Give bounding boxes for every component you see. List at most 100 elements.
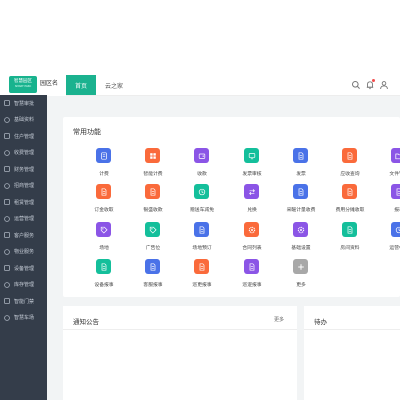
function-item[interactable]: 巡逻报事 [232,259,272,299]
notice-divider [63,329,297,330]
function-label: 设备报事 [94,283,114,288]
menu-icon [4,199,10,205]
function-item[interactable]: 基础设置 [281,222,321,262]
function-icon-tile [145,222,160,237]
function-item[interactable]: 兑换 [232,184,272,224]
tab-cloud[interactable]: 云之家 [100,75,128,95]
function-item[interactable]: 订金收取 [84,184,124,224]
sidebar-item[interactable]: 租赁管理 [0,195,47,209]
sidebar-item[interactable]: 客户服务 [0,228,47,242]
menu-icon [4,298,10,304]
document-icon [347,187,352,196]
function-label: 计费 [99,172,109,177]
brand-logo[interactable]: 智慧园区 SMART PARK [9,76,37,93]
sidebar-item[interactable]: 设备管理 [0,261,47,275]
sidebar-item-label: 基础资料 [14,117,35,123]
top-navigation: 首页 云之家 [66,75,400,96]
park-selector[interactable]: 园区名 [40,78,58,87]
function-label: 巡更报事 [192,283,212,288]
function-label: 应收查询 [340,172,360,177]
function-item[interactable]: 发票审核 [232,148,272,188]
receipt-icon [100,151,107,160]
function-item[interactable]: 报表 [379,184,400,224]
wallet-icon [198,153,205,159]
monitor-icon [248,152,255,159]
function-label: 巡逻报事 [242,283,262,288]
function-item[interactable]: 计费 [84,148,124,188]
function-item[interactable]: 运营中心 [379,222,400,262]
function-label: 订金收取 [94,208,114,213]
sidebar-item[interactable]: 智慧审批 [0,96,47,110]
search-icon[interactable] [351,80,361,90]
function-item[interactable]: 合同列表 [232,222,272,262]
function-icon-tile [342,148,357,163]
function-item[interactable]: 发票 [281,148,321,188]
sidebar-item-label: 智慧审批 [14,100,35,107]
sidebar-item[interactable]: 运营管理 [0,212,47,226]
menu-icon [4,265,10,271]
function-label: 更多 [296,283,306,288]
function-item[interactable]: 广告位 [133,222,173,262]
function-item[interactable]: 房间资料 [330,222,370,262]
document-icon [298,187,303,196]
function-item[interactable]: 费用分摊收取 [330,184,370,224]
function-icon-tile [194,184,209,199]
function-item[interactable]: 应收查询 [330,148,370,188]
gear-icon [297,226,304,233]
tag-icon [100,226,108,234]
sidebar-item[interactable]: 财务管理 [0,162,47,176]
function-item[interactable]: 智能计费 [133,148,173,188]
function-item[interactable]: 设备报事 [84,259,124,299]
function-item[interactable]: 场地预订 [182,222,222,262]
sidebar-item[interactable]: 住户管理 [0,129,47,143]
sidebar: 智慧审批基础资料住户管理收费管理财务管理招商管理租赁管理运营管理客户服务物业服务… [0,95,47,400]
user-icon[interactable] [379,80,389,90]
function-icon-tile [244,148,259,163]
sidebar-item[interactable]: 物业服务 [0,245,47,259]
function-item[interactable]: 客服报事 [133,259,173,299]
document-icon [150,187,155,196]
function-item[interactable]: 场地 [84,222,124,262]
sidebar-item-label: 财务管理 [14,166,35,173]
todo-divider [304,329,400,330]
function-icon-tile [194,259,209,274]
function-item[interactable]: 更多 [281,259,321,299]
function-label: 报表 [394,208,400,213]
function-item[interactable]: 赠送车减免 [182,184,222,224]
function-label: 智能计费 [143,172,163,177]
function-icon-tile [96,184,111,199]
function-label: 场地 [99,246,109,251]
notice-more-link[interactable]: 更多 [274,316,284,323]
sidebar-item[interactable]: 智慧车场 [0,311,47,325]
function-icon-tile [391,184,400,199]
function-label: 合同列表 [242,246,262,251]
sidebar-item[interactable]: 智能门禁 [0,294,47,308]
function-item[interactable]: 巡更报事 [182,259,222,299]
sidebar-item[interactable]: 基础资料 [0,113,47,127]
function-label: 广告位 [145,246,161,251]
notification-badge [372,79,375,82]
menu-icon [4,248,10,255]
menu-icon [4,281,10,288]
document-icon [347,151,352,160]
sidebar-item-label: 住户管理 [14,133,35,140]
common-functions-title: 常用功能 [73,128,101,136]
function-icon-tile [342,184,357,199]
function-icon-tile [244,222,259,237]
function-item[interactable]: 采暖计量收费 [281,184,321,224]
function-icon-tile [96,148,111,163]
menu-icon [4,100,10,106]
function-label: 基础设置 [291,246,311,251]
sidebar-item[interactable]: 库存管理 [0,278,47,292]
menu-icon [4,314,10,321]
sidebar-item[interactable]: 收费管理 [0,146,47,160]
function-icon-tile [293,148,308,163]
sidebar-item-label: 库存管理 [14,282,35,288]
sidebar-item[interactable]: 招商管理 [0,179,47,193]
function-item[interactable]: 收款 [182,148,222,188]
function-icon-tile [96,259,111,274]
menu-icon [4,149,10,156]
function-item[interactable]: 文件管理 [379,148,400,188]
function-item[interactable]: 银盛收款 [133,184,173,224]
tab-home[interactable]: 首页 [66,75,96,95]
